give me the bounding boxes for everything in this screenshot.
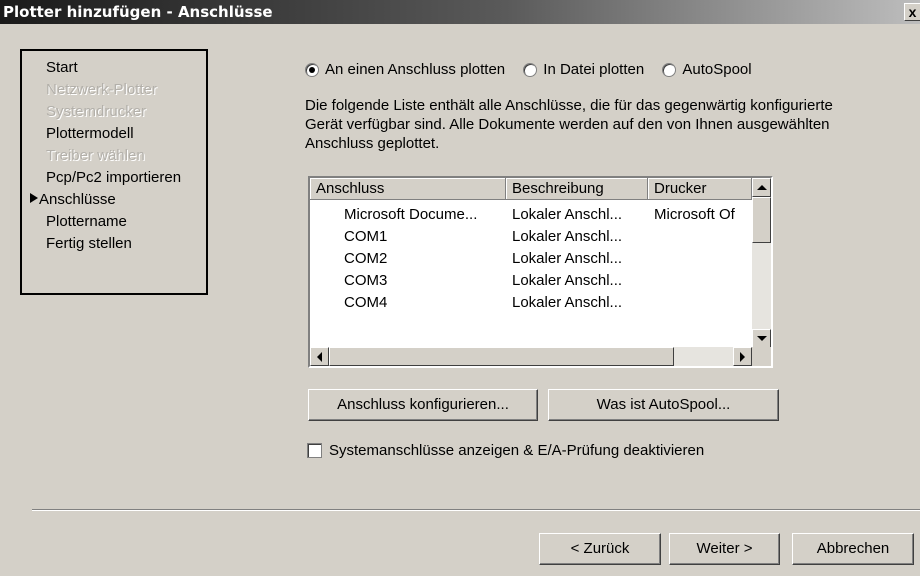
- system-ports-checkbox-label: Systemanschlüsse anzeigen & E/A-Prüfung …: [329, 442, 705, 459]
- scroll-right-icon[interactable]: [733, 347, 752, 366]
- table-row[interactable]: Microsoft Docume... Lokaler Anschl... Mi…: [310, 204, 752, 226]
- back-button[interactable]: < Zurück: [539, 533, 661, 565]
- vertical-scrollbar[interactable]: [752, 178, 771, 348]
- title-bar: Plotter hinzufügen - Anschlüsse x: [0, 0, 920, 24]
- radio-selected-icon: [305, 62, 319, 77]
- window-title: Plotter hinzufügen - Anschlüsse: [3, 3, 273, 21]
- table-row[interactable]: COM1 Lokaler Anschl...: [310, 226, 752, 248]
- port-list-description: Die folgende Liste enthält alle Anschlüs…: [305, 97, 833, 152]
- port-list[interactable]: Anschluss Beschreibung Drucker Microsoft…: [308, 176, 773, 368]
- radio-empty-icon: [523, 62, 538, 77]
- port-description: Lokaler Anschl...: [512, 206, 623, 223]
- table-row[interactable]: COM3 Lokaler Anschl...: [310, 270, 752, 292]
- radio-empty-icon: [662, 62, 677, 77]
- footer-separator: [32, 509, 920, 511]
- table-row[interactable]: COM4 Lokaler Anschl...: [310, 292, 752, 314]
- radio-plot-to-file[interactable]: In Datei plotten: [523, 61, 644, 78]
- radio-autospool[interactable]: AutoSpool: [662, 61, 752, 78]
- port-description: Lokaler Anschl...: [512, 228, 623, 245]
- horizontal-scroll-thumb[interactable]: [329, 347, 674, 366]
- port-name: COM1: [344, 228, 388, 245]
- step-start: Start: [46, 59, 78, 76]
- table-row[interactable]: COM2 Lokaler Anschl...: [310, 248, 752, 270]
- port-name: COM4: [344, 294, 388, 311]
- port-description: Lokaler Anschl...: [512, 294, 623, 311]
- scroll-down-icon[interactable]: [752, 329, 771, 348]
- port-name: Microsoft Docume...: [344, 206, 478, 223]
- port-name: COM2: [344, 250, 388, 267]
- scrollbar-corner: [752, 347, 771, 366]
- plot-target-options: An einen Anschluss plotten In Datei plot…: [305, 61, 766, 81]
- scroll-up-icon[interactable]: [752, 178, 771, 197]
- system-ports-checkbox[interactable]: [307, 443, 322, 458]
- column-header-drucker[interactable]: Drucker: [648, 178, 752, 200]
- next-button[interactable]: Weiter >: [669, 533, 780, 565]
- step-plottername: Plottername: [46, 213, 127, 230]
- step-treiber-waehlen: Treiber wählen: [46, 147, 145, 164]
- column-header-beschreibung[interactable]: Beschreibung: [506, 178, 648, 200]
- system-ports-checkbox-row[interactable]: Systemanschlüsse anzeigen & E/A-Prüfung …: [307, 442, 704, 459]
- step-anschluesse: Anschlüsse: [30, 191, 116, 208]
- wizard-steps-panel: Start Netzwerk-Plotter Systemdrucker Plo…: [20, 49, 208, 295]
- what-is-autospool-button[interactable]: Was ist AutoSpool...: [548, 389, 779, 421]
- horizontal-scrollbar[interactable]: [310, 347, 752, 366]
- port-description: Lokaler Anschl...: [512, 250, 623, 267]
- port-list-header: Anschluss Beschreibung Drucker: [310, 178, 752, 200]
- configure-port-button[interactable]: Anschluss konfigurieren...: [308, 389, 538, 421]
- port-printer: Microsoft Of: [654, 206, 735, 223]
- vertical-scroll-thumb[interactable]: [752, 197, 771, 243]
- current-step-arrow-icon: [30, 193, 38, 203]
- close-button[interactable]: x: [904, 3, 920, 21]
- step-plottermodell: Plottermodell: [46, 125, 134, 142]
- cancel-button[interactable]: Abbrechen: [792, 533, 914, 565]
- scroll-left-icon[interactable]: [310, 347, 329, 366]
- port-description: Lokaler Anschl...: [512, 272, 623, 289]
- column-header-anschluss[interactable]: Anschluss: [310, 178, 506, 200]
- step-netzwerk-plotter: Netzwerk-Plotter: [46, 81, 157, 98]
- step-systemdrucker: Systemdrucker: [46, 103, 147, 120]
- step-fertig-stellen: Fertig stellen: [46, 235, 132, 252]
- step-pcp-importieren: Pcp/Pc2 importieren: [46, 169, 182, 186]
- radio-plot-to-port[interactable]: An einen Anschluss plotten: [305, 61, 505, 78]
- port-name: COM3: [344, 272, 388, 289]
